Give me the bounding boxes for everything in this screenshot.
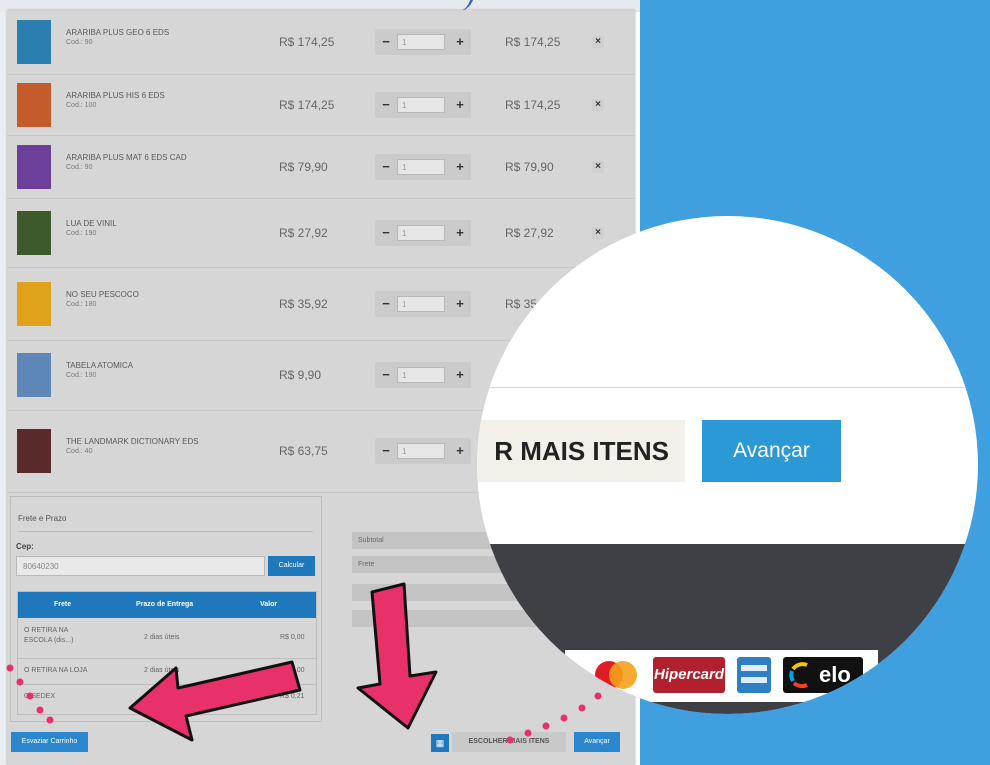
- left-arrow-icon: [128, 660, 302, 742]
- dotted-trail-right: [506, 692, 602, 744]
- down-arrow-icon: [356, 582, 438, 730]
- dotted-trail-left: [6, 664, 54, 724]
- annotation-layer: [6, 582, 602, 744]
